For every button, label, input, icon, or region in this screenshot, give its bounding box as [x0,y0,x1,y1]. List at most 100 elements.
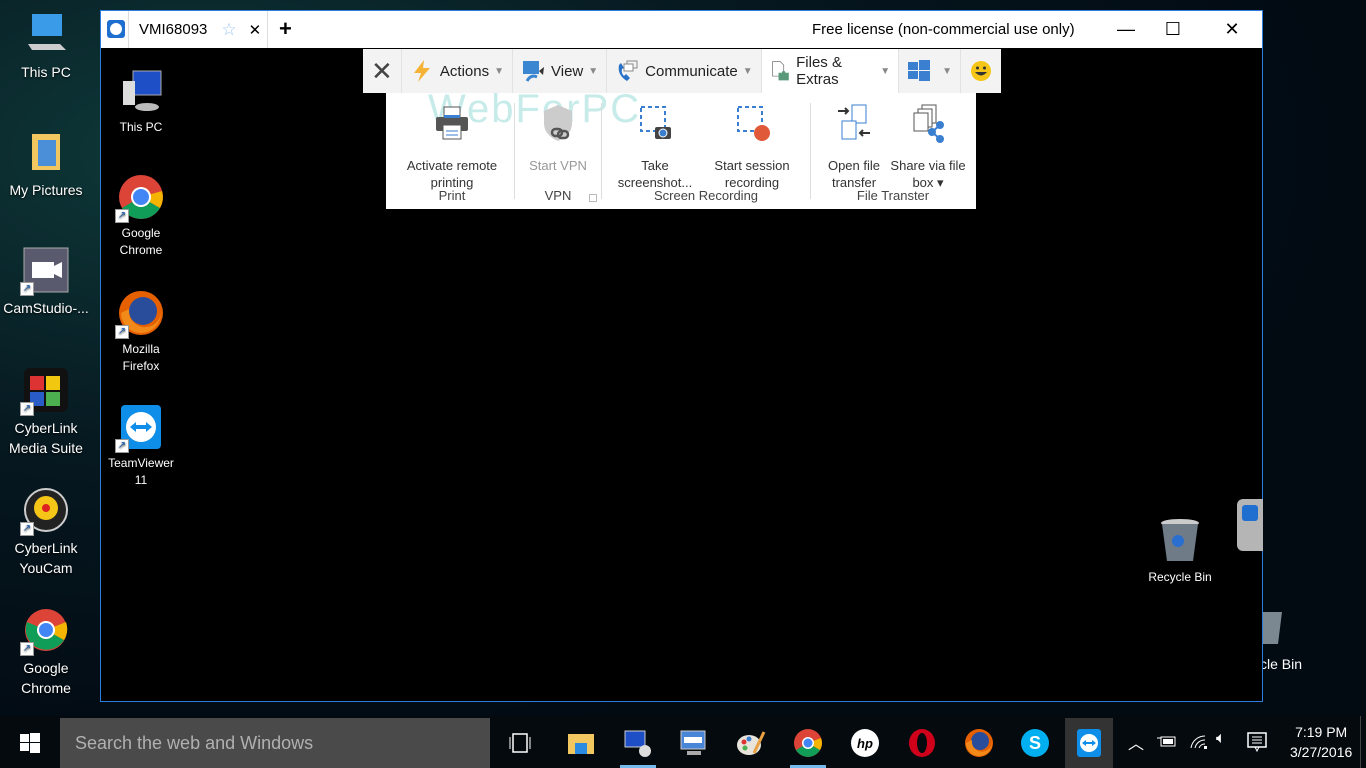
show-hidden-icons-chevron-icon[interactable]: ︿ [1128,730,1144,754]
taskbar-remote-desktop[interactable] [614,718,662,768]
taskbar-paint[interactable] [727,718,775,768]
desktop-icon-label: CamStudio-... [3,300,89,316]
shortcut-arrow-icon: ↗ [115,439,129,453]
taskbar-skype[interactable]: S [1011,718,1059,768]
camstudio-icon: ↗ [20,246,70,296]
taskbar-clock[interactable]: 7:19 PM 3/27/2016 [1290,722,1352,762]
tab-title: VMI68093 [139,21,208,38]
record-icon [734,103,770,143]
show-desktop-button[interactable] [1360,716,1366,768]
menu-files-extras[interactable]: Files & Extras ▼ [761,49,900,93]
desktop-icon-google-chrome[interactable]: ↗ Google Chrome [0,606,92,698]
recycle-bin-icon [1156,517,1204,565]
remote-icon-mozilla-firefox[interactable]: ↗ Mozilla Firefox [95,289,187,375]
taskbar-hp[interactable]: hp [841,718,889,768]
desktop-icon-my-pictures[interactable]: My Pictures [0,128,92,200]
take-screenshot-button[interactable]: Take screenshot... [612,103,698,191]
shortcut-arrow-icon: ↗ [20,402,34,416]
group-label-vpn: VPN [544,188,572,203]
shortcut-arrow-icon: ↗ [20,522,34,536]
menu-label: Communicate [645,62,738,80]
remote-icon-this-pc[interactable]: This PC [95,67,187,136]
group-label-print: Print [438,188,466,203]
teamviewer-logo-icon [1242,505,1258,521]
desktop-icon-label: TeamViewer 11 [108,456,174,487]
taskbar-on-screen-keyboard[interactable] [670,718,718,768]
remote-icon-recycle-bin[interactable]: Recycle Bin [1134,517,1226,586]
shortcut-arrow-icon: ↗ [115,325,129,339]
desktop-icon-label: My Pictures [9,182,83,198]
taskbar-firefox[interactable] [955,718,1003,768]
start-vpn-button[interactable]: Start VPN [522,103,594,174]
group-separator [810,103,811,199]
menu-view[interactable]: View ▼ [513,49,608,93]
start-button[interactable] [0,716,60,768]
teamviewer-icon: ↗ [115,403,165,453]
minimize-button[interactable]: — [1103,15,1149,43]
open-file-transfer-button[interactable]: Open file transfer [818,103,890,191]
feedback-button[interactable] [961,49,1001,93]
close-tab-icon[interactable]: ✕ [249,21,262,39]
menu-label: Actions [439,62,490,80]
taskbar-file-explorer[interactable] [557,718,605,768]
firefox-icon [965,729,993,757]
volume-icon[interactable]: 🔈︎ [1216,730,1226,748]
taskbar-google-chrome[interactable] [784,718,832,768]
svg-text:S: S [1029,733,1041,753]
taskbar-teamviewer[interactable] [1065,718,1113,768]
star-icon[interactable]: ☆ [221,20,236,40]
windows-start-icon [20,733,40,753]
teamviewer-side-panel-tab[interactable] [1237,499,1263,551]
close-connection-button[interactable]: ✕ [363,49,402,93]
desktop-icon-label: Recycle Bin [1148,570,1212,584]
share-via-file-box-button[interactable]: Share via file box ▾ [886,103,970,191]
desktop-icon-label: CyberLink YouCam [14,540,78,576]
task-view-button[interactable] [496,718,544,768]
remote-icon-google-chrome[interactable]: ↗ Google Chrome [95,173,187,259]
start-session-recording-button[interactable]: Start session recording [704,103,800,191]
clock-time: 7:19 PM [1295,724,1348,740]
taskbar: Search the web and Windows hp S ︿ 🔈︎ 7:1… [0,716,1366,768]
group-separator [514,103,515,199]
menu-actions[interactable]: Actions ▼ [402,49,514,93]
teamviewer-icon [1077,729,1101,757]
battery-charging-icon[interactable] [1157,734,1177,748]
desktop-icon-cyberlink-media-suite[interactable]: ↗ CyberLink Media Suite [0,366,92,458]
close-window-button[interactable]: ✕ [1209,15,1255,43]
close-icon: ✕ [371,55,393,86]
session-toolbar: ✕ Actions ▼ View ▼ Communicate ▼ Files & Ex… [363,49,1001,93]
desktop-icon-this-pc[interactable]: This PC [0,10,92,82]
action-center-notifications-icon[interactable] [1247,732,1267,752]
printer-icon [434,103,470,143]
maximize-button[interactable]: ☐ [1150,15,1196,43]
new-tab-button[interactable]: + [279,16,292,42]
button-label: Open file transfer [827,158,881,190]
file-transfer-icon [836,103,872,143]
shortcut-arrow-icon: ↗ [115,209,129,223]
desktop-icon-camstudio[interactable]: ↗ CamStudio-... [0,246,92,318]
button-label: Share via file box ▾ [890,158,966,190]
dialog-launcher-icon[interactable] [589,194,597,202]
menu-label: View [551,62,584,80]
menu-windows[interactable]: ▼ [899,49,961,93]
this-pc-icon [117,67,165,115]
tab-session[interactable]: VMI68093 ☆ ✕ [128,11,268,48]
paint-palette-icon [737,731,766,755]
taskbar-opera[interactable] [898,718,946,768]
taskbar-search-input[interactable]: Search the web and Windows [60,718,490,768]
chevron-down-icon: ▼ [942,65,952,77]
remote-icon-teamviewer[interactable]: ↗ TeamViewer 11 [95,403,187,489]
vpn-shield-icon [540,103,576,143]
chevron-down-icon: ▼ [880,65,891,77]
smiley-icon [971,61,991,81]
keyboard-monitor-icon [680,730,706,755]
cyberlink-media-suite-icon: ↗ [20,366,70,416]
files-extras-ribbon: WebForPC Activate remote printing Start … [386,87,976,209]
desktop-icon-cyberlink-youcam[interactable]: ↗ CyberLink YouCam [0,486,92,578]
wifi-icon[interactable] [1189,734,1209,750]
windows-logo-icon [908,60,931,81]
desktop-icon-label: This PC [119,120,163,134]
menu-communicate[interactable]: Communicate ▼ [607,49,762,93]
activate-remote-printing-button[interactable]: Activate remote printing [400,103,504,191]
desktop-icon-label: This PC [21,64,71,80]
